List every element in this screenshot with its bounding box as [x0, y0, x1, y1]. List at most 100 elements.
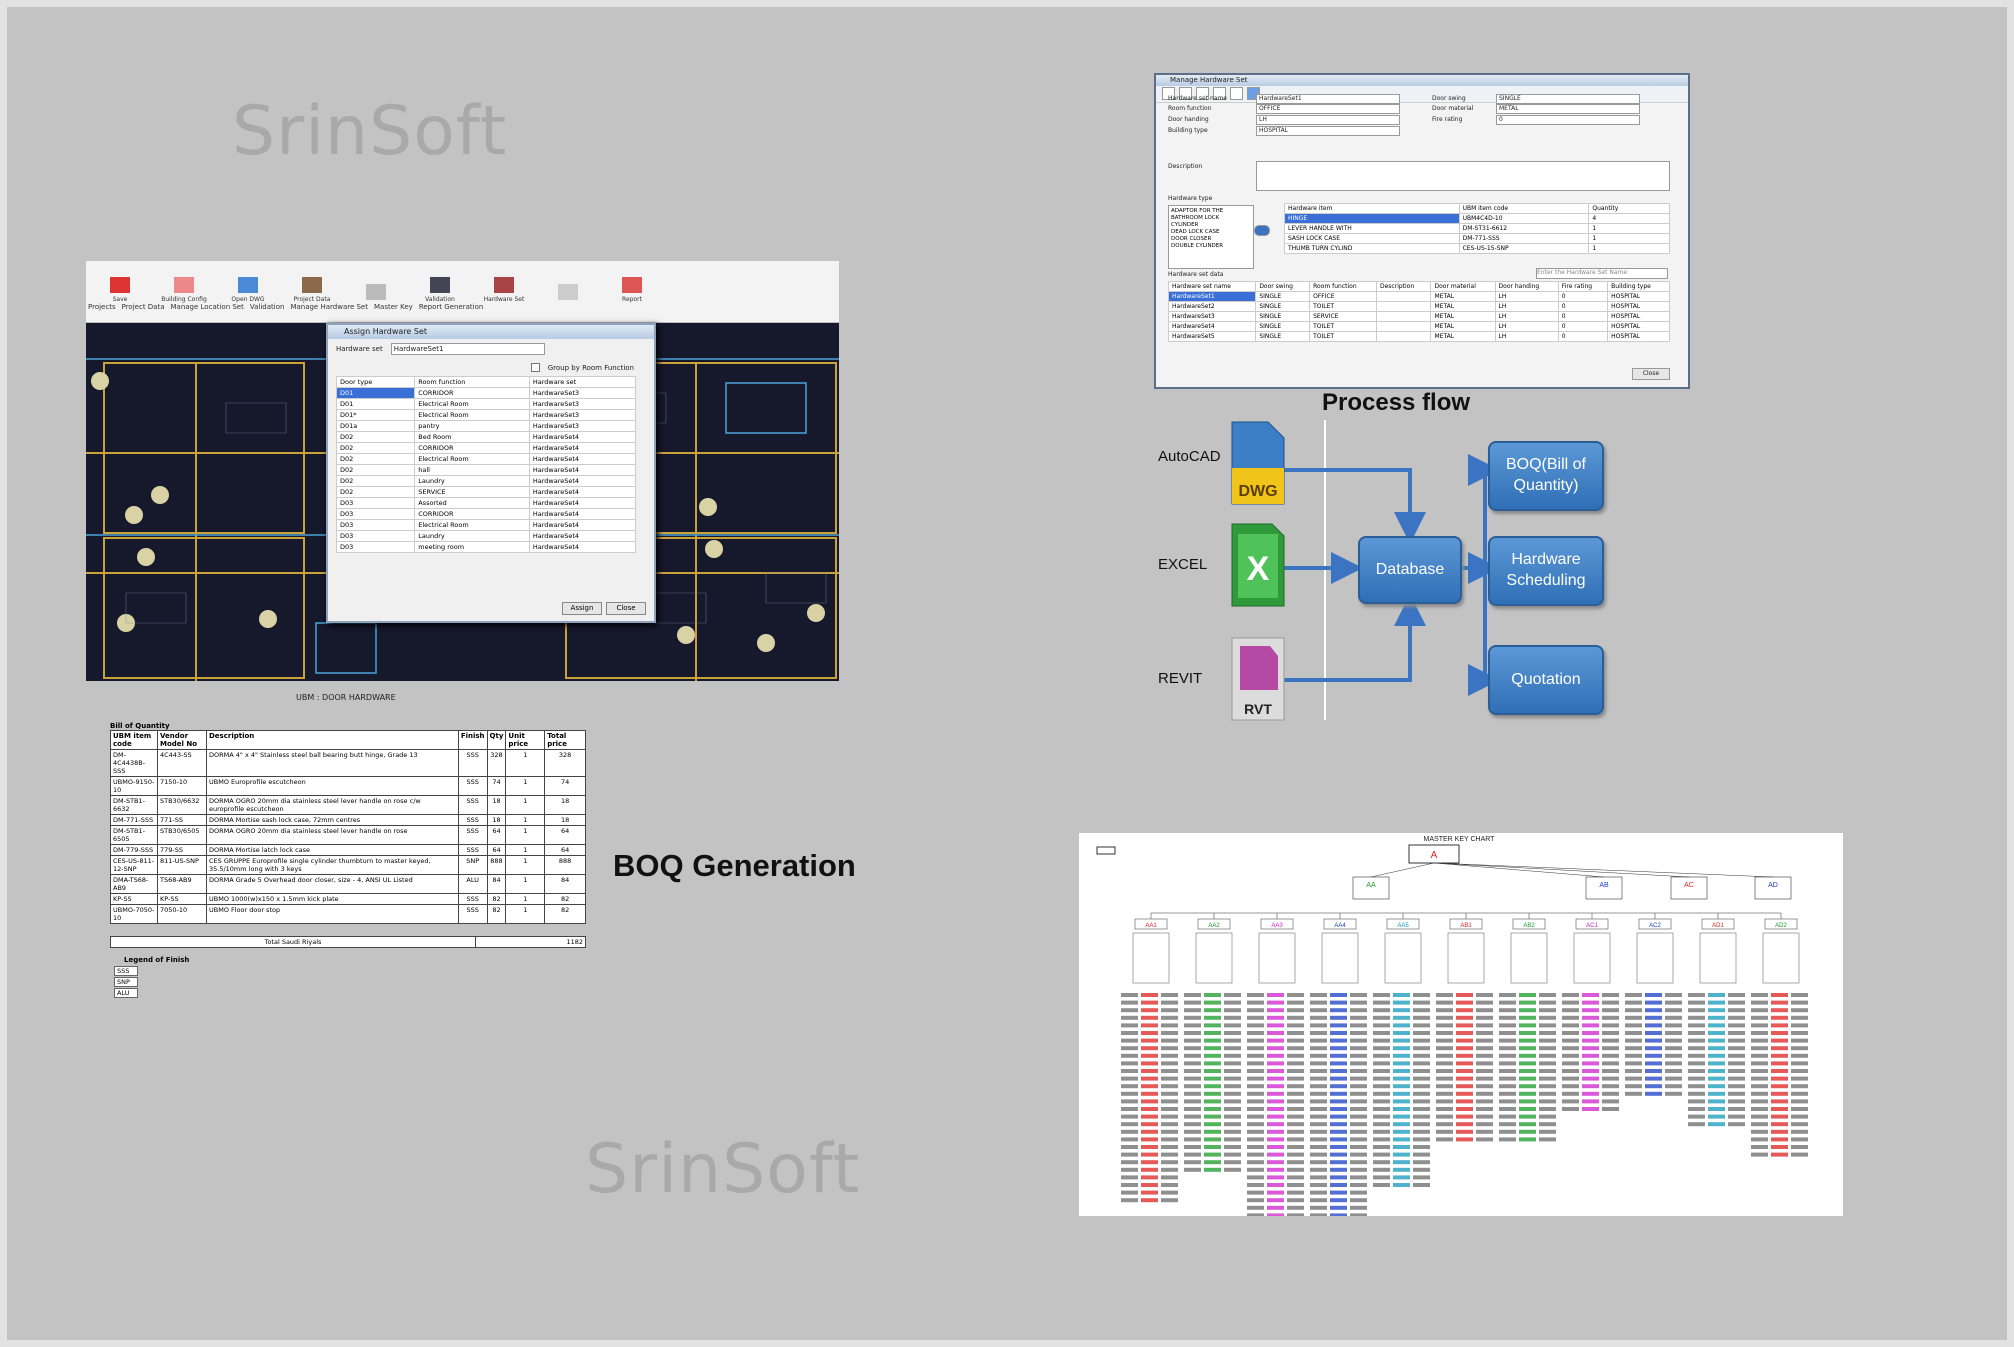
key-schedule-cell	[1267, 1167, 1284, 1172]
table-row: CES-US-811-12-SNP 811-US-SNP CES GRUPPE Eu…	[110, 855, 586, 875]
table-cell[interactable]: HardwareSet4	[528, 486, 637, 498]
ribbon-tool-button[interactable]: Validation	[410, 263, 470, 303]
assign-button[interactable]: Assign	[562, 602, 602, 615]
key-schedule-cell	[1287, 1099, 1304, 1104]
ribbon-tool-button[interactable]	[346, 263, 406, 303]
table-row[interactable]: D03 meeting room HardwareSet4	[335, 541, 637, 553]
ribbon-tool-button[interactable]: Open DWG	[218, 263, 278, 303]
table-row[interactable]: D02 Electrical Room HardwareSet4	[335, 453, 637, 465]
set-filter-input[interactable]: Enter the Hardware Set Name	[1536, 268, 1668, 279]
description-input[interactable]	[1256, 161, 1670, 191]
close-button[interactable]: Close	[606, 602, 646, 615]
key-schedule-cell	[1393, 1167, 1410, 1172]
list-item[interactable]: CYLINDER	[1171, 222, 1251, 229]
key-schedule-cell	[1665, 1069, 1682, 1073]
field-input[interactable]: LH	[1256, 115, 1400, 125]
list-item[interactable]: DOUBLE CYLINDER	[1171, 243, 1251, 250]
field-input[interactable]: HOSPITAL	[1256, 126, 1400, 136]
key-schedule-cell	[1184, 1152, 1201, 1157]
table-row[interactable]: D01 CORRIDOR HardwareSet3	[335, 387, 637, 399]
close-button[interactable]: Close	[1632, 368, 1670, 380]
table-row[interactable]: HardwareSet2 SINGLE TOILET METAL LH 0 HOSPITAL	[1167, 301, 1670, 312]
table-cell[interactable]: HardwareSet4	[528, 442, 637, 454]
field-input[interactable]: SINGLE	[1496, 94, 1640, 104]
list-item[interactable]: DEAD LOCK CASE	[1171, 229, 1251, 236]
table-row[interactable]: LEVER HANDLE WITH DM-ST31-6612 1	[1284, 223, 1670, 234]
table-row[interactable]: D01* Electrical Room HardwareSet3	[335, 409, 637, 421]
table-row[interactable]: D02 Bed Room HardwareSet4	[335, 431, 637, 443]
table-cell[interactable]: HardwareSet3	[528, 409, 637, 421]
group-by-checkbox[interactable]	[530, 363, 540, 372]
table-cell[interactable]: HardwareSet4	[528, 475, 637, 487]
hardware-type-list[interactable]: ADAPTOR FOR THE BATHROOM LOCK CYLINDER DEAD…	[1168, 205, 1254, 269]
key-node-label: AA	[1366, 882, 1376, 889]
table-row[interactable]: HardwareSet5 SINGLE TOILET METAL LH 0 HOSPITAL	[1167, 331, 1670, 342]
key-schedule-cell	[1224, 1023, 1241, 1028]
ribbon-tool-label: Building Config	[161, 296, 207, 303]
list-item[interactable]: DOOR CLOSER	[1171, 236, 1251, 243]
key-schedule-cell	[1708, 1046, 1725, 1051]
table-row[interactable]: D01a pantry HardwareSet3	[335, 420, 637, 432]
key-schedule-cell	[1310, 1046, 1327, 1051]
table-row[interactable]: HardwareSet1 SINGLE OFFICE METAL LH 0 HOSPITAL	[1167, 291, 1670, 302]
ribbon-tool-button[interactable]: Building Config	[154, 263, 214, 303]
key-schedule-cell	[1519, 1000, 1536, 1005]
ribbon-tool-button[interactable]: Project Data	[282, 263, 342, 303]
table-cell[interactable]: HardwareSet3	[528, 398, 637, 410]
key-schedule-cell	[1330, 1084, 1347, 1089]
key-schedule-cell	[1310, 1038, 1327, 1043]
ribbon-toolbar: Save Building Config Open DWG Project Data V…	[86, 261, 839, 323]
table-cell[interactable]: HardwareSet4	[528, 530, 637, 542]
key-schedule-cell	[1350, 1175, 1367, 1180]
table-row[interactable]: D02 Laundry HardwareSet4	[335, 475, 637, 487]
table-cell[interactable]: HardwareSet4	[528, 541, 637, 553]
table-row[interactable]: D02 CORRIDOR HardwareSet4	[335, 442, 637, 454]
table-row[interactable]: THUMB TURN CYLIND CES-US-15-SNP 1	[1284, 243, 1670, 254]
key-node-label: AA3	[1271, 923, 1283, 929]
delete-icon[interactable]	[1230, 87, 1243, 100]
table-cell[interactable]: HardwareSet4	[528, 464, 637, 476]
table-cell[interactable]: HardwareSet4	[528, 508, 637, 520]
field-label: Building type	[1168, 127, 1208, 134]
list-item[interactable]: BATHROOM LOCK	[1171, 215, 1251, 222]
ribbon-tool-button[interactable]: Save	[90, 263, 150, 303]
table-row[interactable]: D02 SERVICE HardwareSet4	[335, 486, 637, 498]
key-schedule-cell	[1161, 1008, 1178, 1013]
field-input[interactable]: OFFICE	[1256, 104, 1400, 114]
table-row[interactable]: SASH LOCK CASE DM-771-SSS 1	[1284, 233, 1670, 244]
ribbon-tool-button[interactable]: Report	[602, 263, 662, 303]
key-schedule-cell	[1665, 1000, 1682, 1005]
key-schedule-cell	[1121, 1160, 1138, 1165]
key-schedule-cell	[1204, 1076, 1221, 1081]
key-schedule-cell	[1161, 1099, 1178, 1104]
table-cell[interactable]: HardwareSet4	[528, 497, 637, 509]
table-row[interactable]: HardwareSet3 SINGLE SERVICE METAL LH 0 HOSPITA…	[1167, 311, 1670, 322]
table-cell[interactable]: HardwareSet4	[528, 519, 637, 531]
key-schedule-cell	[1247, 1000, 1264, 1005]
list-item[interactable]: ADAPTOR FOR THE	[1171, 208, 1251, 215]
field-input[interactable]: HardwareSet1	[1256, 94, 1400, 104]
ribbon-tool-button[interactable]	[538, 263, 598, 303]
hardware-set-select[interactable]: HardwareSet1	[390, 343, 545, 355]
table-row[interactable]: D03 Electrical Room HardwareSet4	[335, 519, 637, 531]
table-row[interactable]: HardwareSet4 SINGLE TOILET METAL LH 0 HOSPITAL	[1167, 321, 1670, 332]
table-cell[interactable]: HardwareSet3	[528, 387, 637, 399]
table-row[interactable]: D03 Laundry HardwareSet4	[335, 530, 637, 542]
table-row[interactable]: D03 CORRIDOR HardwareSet4	[335, 508, 637, 520]
table-row[interactable]: HINGE UBM4C4D-10 4	[1284, 213, 1670, 224]
table-cell[interactable]: HardwareSet3	[528, 420, 637, 432]
table-row[interactable]: D02 hall HardwareSet4	[335, 464, 637, 476]
key-schedule-cell	[1141, 1000, 1158, 1005]
key-schedule-cell	[1121, 1190, 1138, 1195]
field-input[interactable]: METAL	[1496, 104, 1640, 114]
add-item-icon[interactable]	[1254, 225, 1270, 236]
key-schedule-cell	[1413, 1167, 1430, 1172]
table-row[interactable]: D01 Electrical Room HardwareSet3	[335, 398, 637, 410]
table-cell: D02	[335, 475, 416, 487]
ribbon-tool-button[interactable]: Hardware Set	[474, 263, 534, 303]
table-cell[interactable]: HardwareSet4	[528, 431, 637, 443]
field-input[interactable]: 0	[1496, 115, 1640, 125]
key-schedule-cell	[1456, 1031, 1473, 1035]
table-row[interactable]: D03 Assorted HardwareSet4	[335, 497, 637, 509]
table-cell[interactable]: HardwareSet4	[528, 453, 637, 465]
